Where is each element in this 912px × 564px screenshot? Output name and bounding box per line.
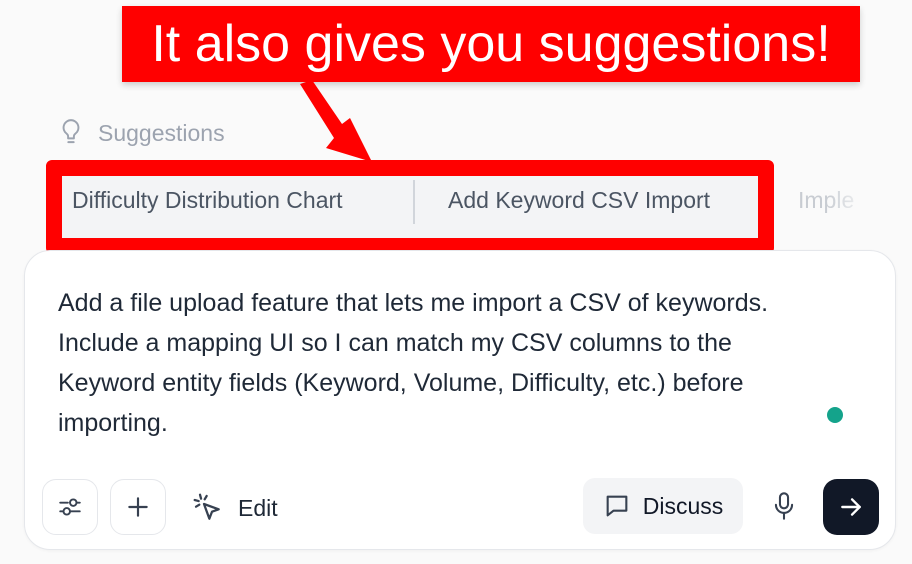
suggestions-label: Suggestions [98,119,225,146]
annotation-banner: It also gives you suggestions! [122,6,860,82]
status-dot [827,407,843,423]
chat-bubble-icon [606,495,628,517]
settings-button[interactable] [42,479,98,535]
suggestions-header: Suggestions [58,118,225,148]
suggestion-chip-implement[interactable]: Imple [798,176,870,224]
edit-button[interactable]: Edit [192,486,278,530]
suggestion-chip-csv-import[interactable]: Add Keyword CSV Import [448,176,710,224]
arrow-right-icon [841,498,861,516]
discuss-button[interactable]: Discuss [583,478,743,534]
annotation-arrow [300,80,372,162]
sliders-icon [59,498,81,516]
microphone-button[interactable] [764,486,804,526]
send-button[interactable] [823,479,879,535]
microphone-icon [774,492,794,520]
composer-input[interactable]: Add a file upload feature that lets me i… [58,283,818,443]
chip-divider [413,180,415,224]
plus-icon [128,497,148,517]
suggestion-chip-difficulty-chart[interactable]: Difficulty Distribution Chart [72,176,343,224]
discuss-label: Discuss [642,492,724,519]
cursor-click-icon [193,493,220,520]
lightbulb-icon [62,119,80,144]
add-button[interactable] [110,479,166,535]
edit-label: Edit [238,494,278,521]
